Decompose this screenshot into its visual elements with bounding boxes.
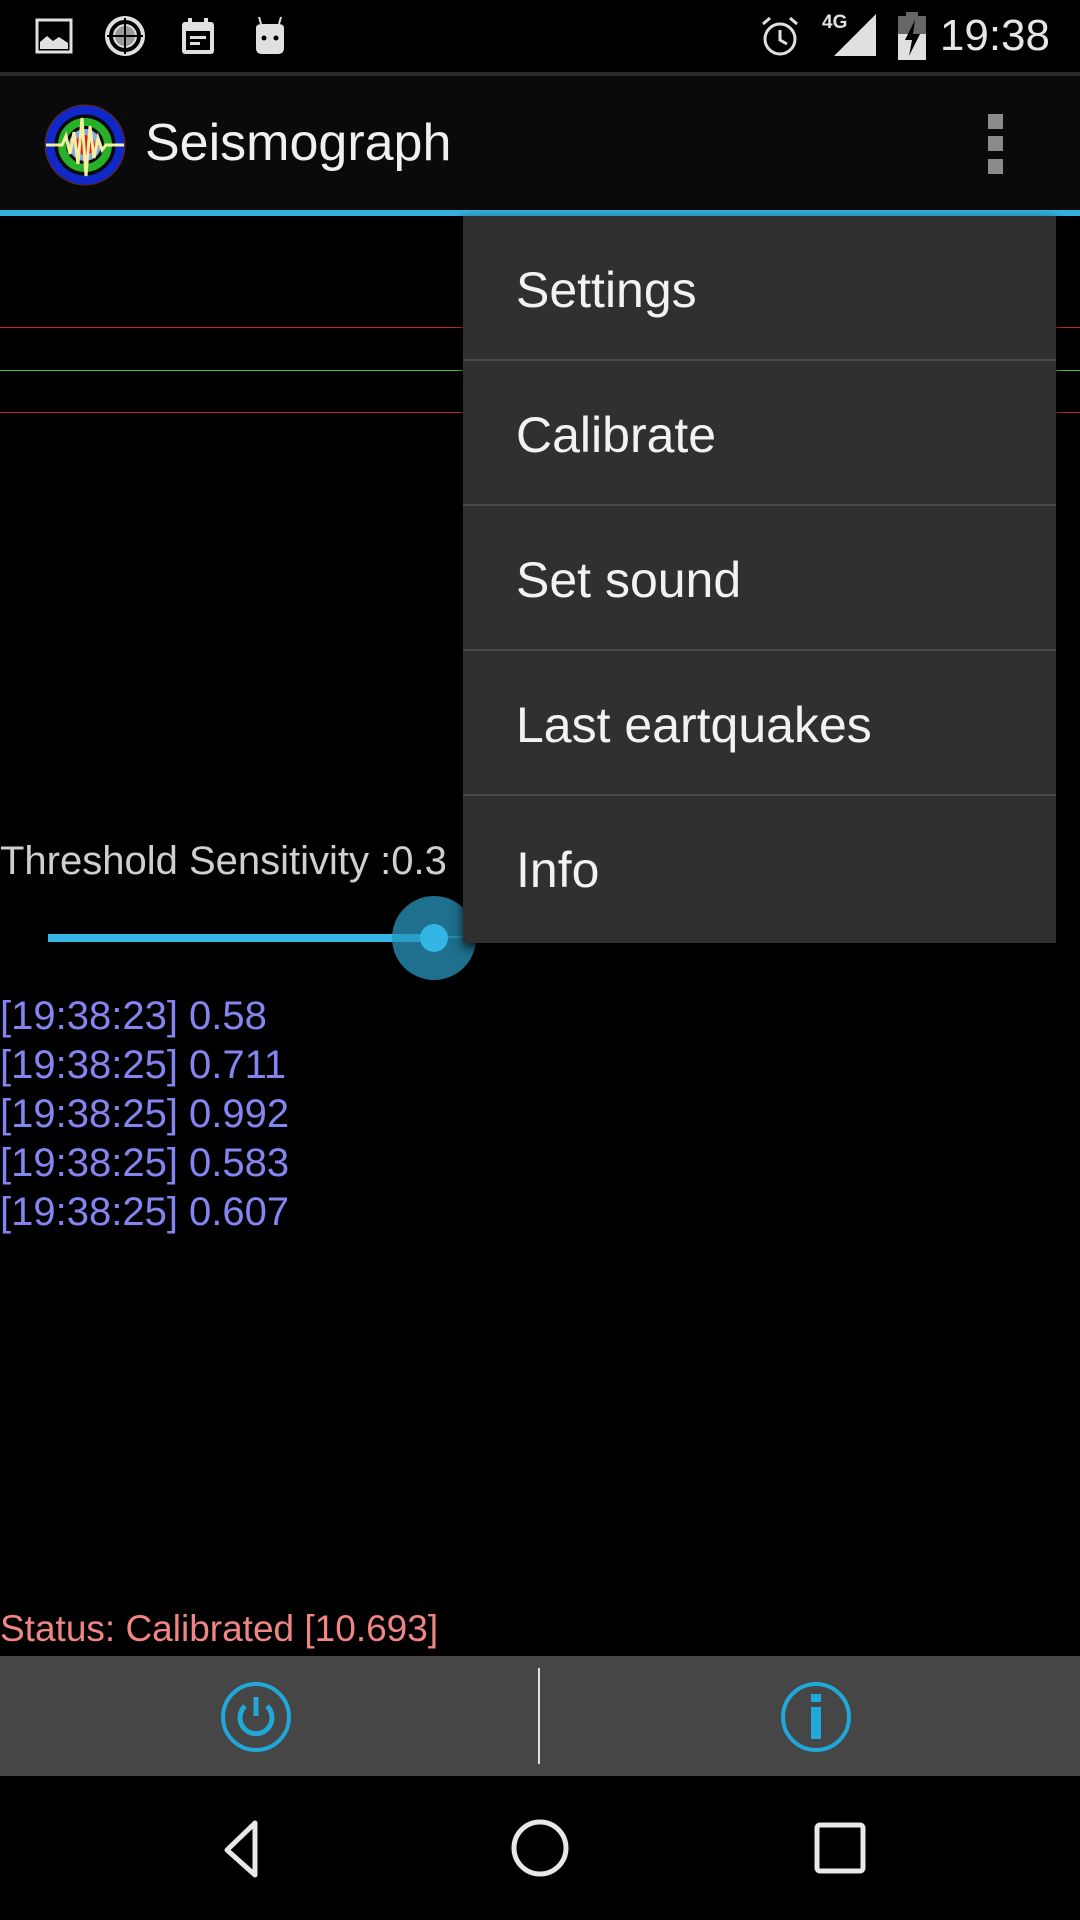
menu-item-settings[interactable]: Settings xyxy=(463,216,1056,361)
menu-item-calibrate[interactable]: Calibrate xyxy=(463,361,1056,506)
app-title: Seismograph xyxy=(145,114,452,172)
info-icon xyxy=(781,1682,851,1752)
log-entry: [19:38:25] 0.607 xyxy=(0,1190,290,1234)
battery-charging-icon xyxy=(898,12,926,60)
signal-icon xyxy=(834,14,876,56)
recents-icon xyxy=(814,1822,866,1874)
status-bar: 4G 19:38 xyxy=(0,0,1080,72)
recents-button[interactable] xyxy=(790,1798,890,1898)
log-entry: [19:38:25] 0.711 xyxy=(0,1043,287,1087)
power-icon xyxy=(221,1682,291,1752)
overflow-dot xyxy=(988,136,1003,151)
slider-track-filled xyxy=(48,934,435,942)
overflow-menu-button[interactable] xyxy=(980,114,1012,178)
back-button[interactable] xyxy=(190,1798,290,1898)
log-entry: [19:38:23] 0.58 xyxy=(0,994,267,1038)
menu-item-label: Settings xyxy=(516,262,697,318)
menu-item-last-earthquakes[interactable]: Last eartquakes xyxy=(463,651,1056,796)
event-log: [19:38:23] 0.58 [19:38:25] 0.711 [19:38:… xyxy=(0,992,289,1237)
bottom-toolbar xyxy=(0,1656,1080,1776)
action-bar: Seismograph xyxy=(0,76,1080,210)
home-icon xyxy=(511,1819,569,1877)
overflow-menu: Settings Calibrate Set sound Last eartqu… xyxy=(463,216,1056,943)
info-button[interactable] xyxy=(540,1656,1078,1776)
menu-item-label: Set sound xyxy=(516,552,742,608)
android-icon xyxy=(256,16,284,54)
threshold-slider[interactable] xyxy=(48,894,477,984)
seismograph-notification-icon xyxy=(105,16,145,56)
menu-item-label: Last eartquakes xyxy=(516,697,872,753)
back-icon xyxy=(224,1820,258,1878)
power-button[interactable] xyxy=(0,1656,538,1776)
calendar-icon xyxy=(182,18,214,54)
seismograph-logo-icon xyxy=(44,104,126,186)
overflow-dot xyxy=(988,159,1003,174)
navigation-bar xyxy=(0,1776,1080,1920)
log-entry: [19:38:25] 0.992 xyxy=(0,1092,290,1136)
log-entry: [19:38:25] 0.583 xyxy=(0,1141,290,1185)
threshold-sensitivity-label: Threshold Sensitivity :0.3 xyxy=(0,839,447,883)
alarm-icon xyxy=(762,16,798,56)
home-button[interactable] xyxy=(490,1798,590,1898)
overflow-menu-icon xyxy=(988,114,1003,129)
menu-item-label: Calibrate xyxy=(516,407,717,463)
menu-item-label: Info xyxy=(516,842,600,898)
image-icon xyxy=(35,18,73,54)
status-text: Status: Calibrated [10.693] xyxy=(0,1608,439,1649)
clock: 19:38 xyxy=(939,11,1050,60)
menu-item-set-sound[interactable]: Set sound xyxy=(463,506,1056,651)
menu-item-info[interactable]: Info xyxy=(463,796,1056,941)
